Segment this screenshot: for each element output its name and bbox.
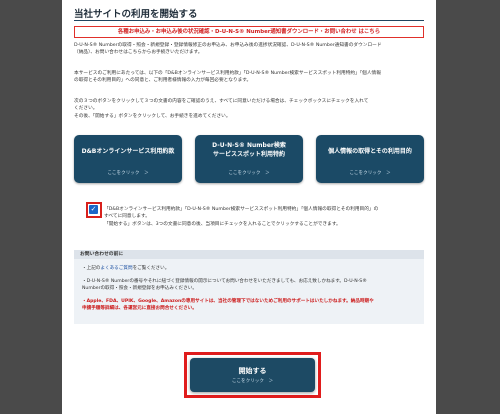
intro-line-1: D-U-N-S® Numberの取得・照会・新規登録・登録情報修正のお申込み、お…	[74, 43, 382, 48]
agreement-line-1: 「D&Bオンラインサービス利用約款」「D-U-N-S® Number検索サービス…	[104, 207, 379, 212]
privacy-policy-button[interactable]: 個人情報の取得とその利用目的 ここをクリック ＞	[316, 135, 424, 183]
card-click-label: ここをクリック ＞	[228, 171, 270, 176]
intro-line-2: （納品）、お問い合わせはこちらからお手続きいただけます。	[74, 50, 203, 56]
agreement-text: 「D&Bオンラインサービス利用約款」「D-U-N-S® Number検索サービス…	[104, 206, 430, 228]
duns-note-line-1: ・D-U-N-S® Numberの番号やそれに紐づく登録情報の開示についてお問い…	[82, 279, 367, 284]
start-button[interactable]: 開始する ここをクリック ＞	[190, 358, 315, 392]
faq-link[interactable]: よくあるご質問	[100, 266, 132, 271]
instructions-line-2: ください。	[74, 106, 98, 112]
start-button-click-label: ここをクリック ＞	[231, 379, 274, 384]
partners-note-line-2: 申請手順等詳細は、各運営元に直接お問合せください。	[82, 305, 197, 311]
start-button-label: 開始する	[238, 367, 267, 375]
intro-paragraph: D-U-N-S® Numberの取得・照会・新規登録・登録情報修正のお申込み、お…	[74, 42, 424, 57]
main-content: 当社サイトの利用を開始する 各種お申込み・お申込み後の状況確認・D-U-N-S®…	[62, 0, 436, 414]
card-title-line-1: D-U-N-S® Number検索	[212, 142, 286, 149]
instructions-paragraph: 次の３つのボタンをクリックして３つの文書の内容をご確認のうえ、すべてに同意いただ…	[74, 98, 424, 120]
card-click-label: ここをクリック ＞	[107, 171, 149, 176]
page-title: 当社サイトの利用を開始する	[74, 9, 198, 20]
contact-note-faq: ・上記のよくあるご質問をご覧ください。	[82, 266, 418, 273]
card-title: 個人情報の取得とその利用目的	[328, 148, 412, 155]
agreement-line-2: すべてに同意します。	[104, 214, 150, 220]
card-title: D&Bオンラインサービス利用約款	[81, 148, 175, 155]
contact-notes-box: お問い合わせの前に ・上記のよくあるご質問をご覧ください。 ・D-U-N-S® …	[74, 250, 424, 324]
faq-prefix: ・上記の	[82, 266, 101, 271]
contact-note-partners: ・Apple、FDA、UPIK、Google、Amazonの専用サイトは、当社の…	[82, 299, 418, 313]
terms-line-2: の取得とその利用目的」への同意と、ご利用者様情報の入力が毎回必要となります。	[74, 78, 252, 84]
faq-suffix: をご覧ください。	[132, 266, 170, 271]
contact-heading: お問い合わせの前に	[74, 250, 424, 259]
duns-note-line-2: Numberの取得・照会・新規登録をお申込みください。	[82, 285, 197, 291]
duns-search-terms-button[interactable]: D-U-N-S® Number検索 サービススポット利用特約 ここをクリック ＞	[195, 135, 303, 183]
instructions-line-1: 次の３つのボタンをクリックして３つの文書の内容をご確認のうえ、すべてに同意いただ…	[74, 99, 369, 104]
card-title-line-2: サービススポット利用特約	[212, 150, 285, 158]
terms-of-service-button[interactable]: D&Bオンラインサービス利用約款 ここをクリック ＞	[74, 135, 182, 183]
terms-line-1: 本サービスのご利用にあたっては、以下の「D&Bオンラインサービス利用約款」「D-…	[74, 71, 381, 76]
instructions-line-3: その後、「開始する」ボタンをクリックして、お手続きを進めてください。	[74, 113, 231, 119]
title-divider	[74, 20, 424, 21]
terms-paragraph: 本サービスのご利用にあたっては、以下の「D&Bオンラインサービス利用約款」「D-…	[74, 70, 424, 85]
partners-note-line-1: ・Apple、FDA、UPIK、Google、Amazonの専用サイトは、当社の…	[82, 299, 374, 304]
contact-note-duns: ・D-U-N-S® Numberの番号やそれに紐づく登録情報の開示についてお問い…	[82, 279, 418, 293]
agree-checkbox[interactable]: ✓	[89, 205, 98, 214]
card-click-label: ここをクリック ＞	[349, 171, 391, 176]
notice-banner-link[interactable]: 各種お申込み・お申込み後の状況確認・D-U-N-S® Number通知書ダウンロ…	[74, 26, 424, 38]
card-title: D-U-N-S® Number検索 サービススポット利用特約	[195, 142, 303, 159]
agreement-line-3: 「開始する」ボタンは、3つの文書に同意の後、当項目にチェックを入れることでクリッ…	[104, 221, 341, 227]
